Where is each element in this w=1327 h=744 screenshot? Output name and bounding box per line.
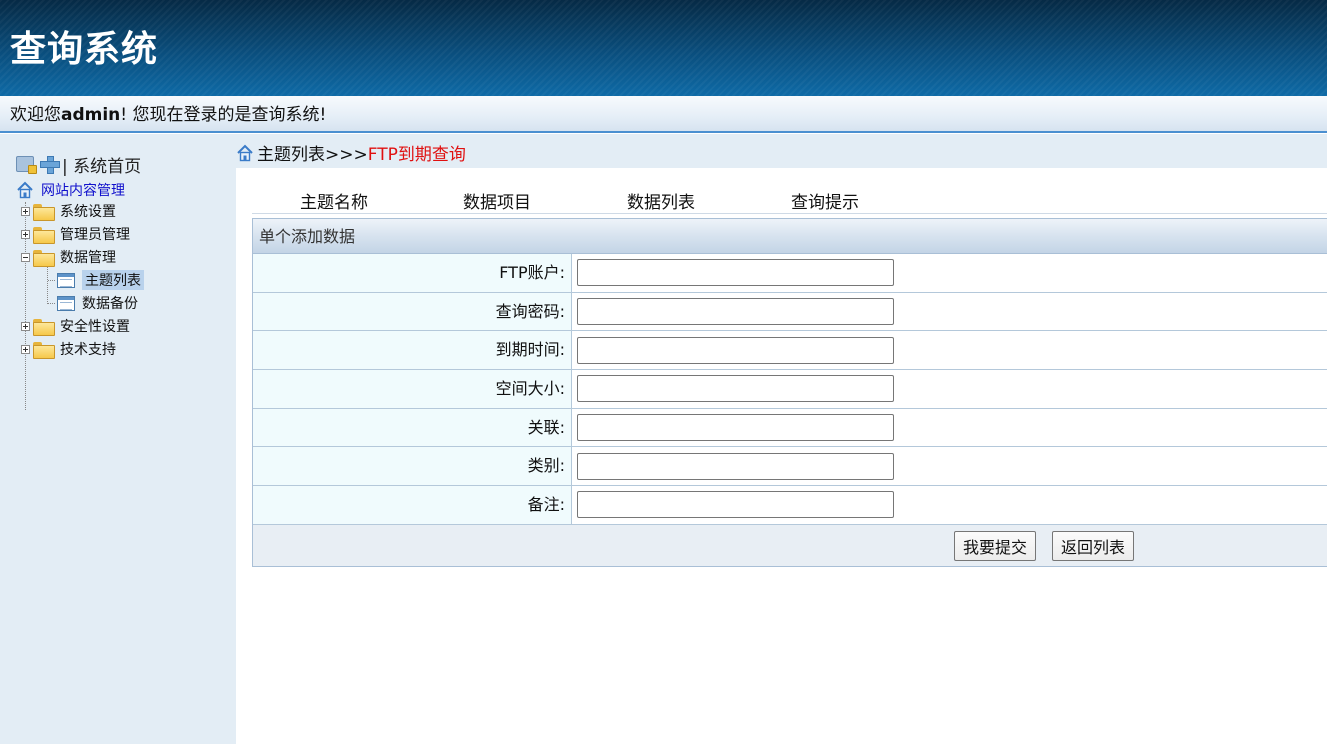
expiry-date-input[interactable] [577,336,894,364]
tree-root-label: 网站内容管理 [41,183,125,199]
add-data-form: 单个添加数据 FTP账户: 查询密码: 到期时间: 空间大小: 关联: 类别: … [252,218,1327,567]
tab-query-hints[interactable]: 查询提示 [791,188,859,213]
breadcrumb-path[interactable]: 主题列表>>> [257,140,368,165]
field-label: 备注: [253,486,572,524]
collapse-icon[interactable] [21,252,30,262]
tree-branch [48,279,55,281]
tree-item-system-settings[interactable]: 系统设置 [21,201,116,221]
breadcrumb-current: FTP到期查询 [367,145,466,165]
tab-bar: 主题名称 数据项目 数据列表 查询提示 [252,186,1327,214]
form-actions: 我要提交 返回列表 [253,524,1327,566]
form-row-expiry-date: 到期时间: [253,331,1327,371]
tree-item-security-settings[interactable]: 安全性设置 [21,316,130,336]
form-row-query-password: 查询密码: [253,292,1327,332]
back-to-list-button[interactable]: 返回列表 [1052,530,1135,561]
sidebar: | 系统首页 网站内容管理 系统设置 管理员管理 数据管理 主题列表 数据备份 [0,134,236,744]
tab-topic-name[interactable]: 主题名称 [300,188,368,213]
form-row-remarks: 备注: [253,486,1327,525]
welcome-suffix: ! 您现在登录的是查询系统! [120,105,327,125]
tab-data-list[interactable]: 数据列表 [627,188,695,213]
field-label: FTP账户: [253,254,572,292]
tree-item-label: 技术支持 [60,342,116,358]
tree-item-data-management[interactable]: 数据管理 [21,247,116,267]
welcome-text: 欢迎您admin! 您现在登录的是查询系统! [10,105,326,125]
tree-item-label: 管理员管理 [60,227,130,243]
form-title: 单个添加数据 [253,219,1327,254]
welcome-prefix: 欢迎您 [10,105,61,125]
breadcrumb: 主题列表>>> FTP到期查询 [236,134,1327,168]
form-row-ftp-account: FTP账户: [253,254,1327,293]
form-row-space-size: 空间大小: [253,370,1327,409]
tree-item-tech-support[interactable]: 技术支持 [21,339,116,359]
tree-branch [48,302,55,304]
tree-item-label: 数据管理 [60,250,116,266]
expand-icon[interactable] [21,206,30,216]
field-label: 类别: [253,447,572,486]
tree-item-label: 数据备份 [82,296,138,312]
category-input[interactable] [577,452,894,480]
field-label: 空间大小: [253,370,572,408]
field-label: 查询密码: [253,292,572,331]
tree-item-topic-list[interactable]: 主题列表 [48,270,144,290]
folder-icon [33,203,55,221]
field-label: 到期时间: [253,331,572,370]
remarks-input[interactable] [577,491,894,519]
tree-item-data-backup[interactable]: 数据备份 [48,293,138,313]
query-password-input[interactable] [577,298,894,326]
folder-icon [33,341,55,359]
welcome-username: admin [61,105,121,125]
page-icon [57,295,75,311]
relation-input[interactable] [577,414,894,442]
tree-item-label: 系统设置 [60,204,116,220]
submit-button[interactable]: 我要提交 [954,530,1037,561]
page-icon [57,272,75,288]
home-icon [17,181,33,199]
tree-item-label-selected: 主题列表 [82,270,144,290]
system-home-label: | 系统首页 [62,156,142,177]
ftp-account-input[interactable] [577,259,894,287]
tree-item-admin-management[interactable]: 管理员管理 [21,224,130,244]
expand-icon[interactable] [21,344,30,354]
home-icon[interactable] [236,144,254,162]
welcome-bar: 欢迎您admin! 您现在登录的是查询系统! [0,96,1327,133]
form-row-relation: 关联: [253,408,1327,448]
expand-icon[interactable] [21,321,30,331]
app-title: 查询系统 [10,29,159,70]
folder-icon [33,226,55,244]
space-size-input[interactable] [577,375,894,403]
app-header: 查询系统 [0,0,1327,96]
folder-open-icon [33,249,55,267]
tab-data-items[interactable]: 数据项目 [463,188,531,213]
form-row-category: 类别: [253,447,1327,487]
system-home-link[interactable]: | 系统首页 [16,154,142,177]
expand-icon[interactable] [21,229,30,239]
tree-item-label: 安全性设置 [60,319,130,335]
network-icon [40,156,60,174]
tree-root-content-management[interactable]: 网站内容管理 [16,180,125,200]
database-icon [16,156,37,174]
field-label: 关联: [253,408,572,447]
folder-icon [33,318,55,336]
